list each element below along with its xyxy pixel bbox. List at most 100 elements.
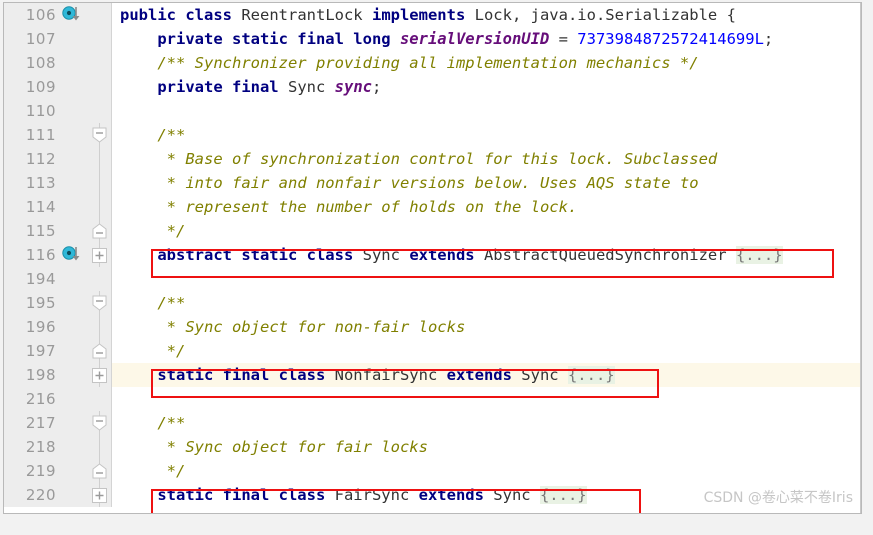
fold-column[interactable]	[88, 315, 111, 339]
code-line-text[interactable]: /**	[116, 411, 861, 435]
fold-column[interactable]	[88, 171, 111, 195]
code-line-text[interactable]: /** Synchronizer providing all implement…	[116, 51, 861, 75]
fold-column[interactable]	[88, 459, 111, 483]
gutter-marker-column[interactable]	[60, 435, 88, 459]
gutter-marker-column[interactable]	[60, 147, 88, 171]
code-line-text[interactable]: public class ReentrantLock implements Lo…	[116, 3, 861, 27]
code-line-text[interactable]: */	[116, 219, 861, 243]
editor-gutter[interactable]: 196	[4, 315, 111, 339]
gutter-marker-column[interactable]	[60, 291, 88, 315]
gutter-marker-column[interactable]	[60, 27, 88, 51]
code-line-row[interactable]: 112 * Base of synchronization control fo…	[4, 147, 861, 171]
editor-gutter[interactable]: 112	[4, 147, 111, 171]
fold-column[interactable]	[88, 147, 111, 171]
code-line-text[interactable]: * Base of synchronization control for th…	[116, 147, 861, 171]
fold-column[interactable]	[88, 51, 111, 75]
fold-column[interactable]	[88, 363, 111, 387]
code-line-text[interactable]: /**	[116, 291, 861, 315]
editor-gutter[interactable]: 219	[4, 459, 111, 483]
code-lines-container[interactable]: 106 public class ReentrantLock implements…	[4, 3, 861, 513]
code-line-text[interactable]: */	[116, 339, 861, 363]
editor-gutter[interactable]: 113	[4, 171, 111, 195]
code-line-text[interactable]: /**	[116, 123, 861, 147]
code-line-row[interactable]: 116 abstract static class Sync extends A…	[4, 243, 861, 267]
gutter-marker-column[interactable]	[60, 459, 88, 483]
fold-column[interactable]	[88, 243, 111, 267]
editor-gutter[interactable]: 194	[4, 267, 111, 291]
editor-gutter[interactable]: 114	[4, 195, 111, 219]
editor-gutter[interactable]: 197	[4, 339, 111, 363]
code-line-row[interactable]: 197 */	[4, 339, 861, 363]
editor-gutter[interactable]: 111	[4, 123, 111, 147]
editor-gutter[interactable]: 198	[4, 363, 111, 387]
editor-gutter[interactable]: 109	[4, 75, 111, 99]
gutter-marker-column[interactable]	[60, 243, 88, 267]
code-line-row[interactable]: 108 /** Synchronizer providing all imple…	[4, 51, 861, 75]
code-line-text[interactable]	[116, 387, 861, 411]
editor-gutter[interactable]: 216	[4, 387, 111, 411]
fold-column[interactable]	[88, 291, 111, 315]
gutter-marker-column[interactable]	[60, 3, 88, 27]
code-line-row[interactable]: 195 /**	[4, 291, 861, 315]
editor-gutter[interactable]: 110	[4, 99, 111, 123]
gutter-marker-column[interactable]	[60, 171, 88, 195]
fold-column[interactable]	[88, 387, 111, 411]
code-line-text[interactable]: * Sync object for non-fair locks	[116, 315, 861, 339]
implemented-by-icon[interactable]	[62, 246, 82, 268]
code-line-row[interactable]: 217 /**	[4, 411, 861, 435]
code-line-row[interactable]: 115 */	[4, 219, 861, 243]
editor-gutter[interactable]: 218	[4, 435, 111, 459]
fold-expand-icon[interactable]	[92, 248, 107, 263]
code-line-row[interactable]: 109 private final Sync sync;	[4, 75, 861, 99]
fold-region-start-icon[interactable]	[92, 415, 107, 431]
code-line-row[interactable]: 196 * Sync object for non-fair locks	[4, 315, 861, 339]
editor-gutter[interactable]: 115	[4, 219, 111, 243]
code-line-row[interactable]: 194	[4, 267, 861, 291]
fold-region-start-icon[interactable]	[92, 127, 107, 143]
fold-column[interactable]	[88, 411, 111, 435]
gutter-marker-column[interactable]	[60, 219, 88, 243]
code-line-text[interactable]	[116, 267, 861, 291]
fold-column[interactable]	[88, 435, 111, 459]
code-line-text[interactable]: abstract static class Sync extends Abstr…	[116, 243, 861, 267]
gutter-marker-column[interactable]	[60, 339, 88, 363]
code-line-text[interactable]: * into fair and nonfair versions below. …	[116, 171, 861, 195]
gutter-marker-column[interactable]	[60, 363, 88, 387]
fold-column[interactable]	[88, 483, 111, 507]
code-line-row[interactable]: 107 private static final long serialVers…	[4, 27, 861, 51]
fold-region-end-icon[interactable]	[92, 463, 107, 479]
code-line-text[interactable]	[116, 99, 861, 123]
editor-gutter[interactable]: 217	[4, 411, 111, 435]
code-line-row[interactable]: 110	[4, 99, 861, 123]
fold-region-end-icon[interactable]	[92, 343, 107, 359]
code-line-text[interactable]: private static final long serialVersionU…	[116, 27, 861, 51]
code-line-text[interactable]: static final class NonfairSync extends S…	[116, 363, 861, 387]
editor-gutter[interactable]: 116	[4, 243, 111, 267]
fold-column[interactable]	[88, 75, 111, 99]
fold-column[interactable]	[88, 195, 111, 219]
gutter-marker-column[interactable]	[60, 387, 88, 411]
gutter-marker-column[interactable]	[60, 99, 88, 123]
gutter-marker-column[interactable]	[60, 123, 88, 147]
editor-gutter[interactable]: 106	[4, 3, 111, 27]
gutter-marker-column[interactable]	[60, 51, 88, 75]
gutter-marker-column[interactable]	[60, 267, 88, 291]
fold-column[interactable]	[88, 3, 111, 27]
fold-expand-icon[interactable]	[92, 488, 107, 503]
code-line-text[interactable]: private final Sync sync;	[116, 75, 861, 99]
gutter-marker-column[interactable]	[60, 195, 88, 219]
fold-expand-icon[interactable]	[92, 368, 107, 383]
code-line-text[interactable]: * represent the number of holds on the l…	[116, 195, 861, 219]
fold-region-start-icon[interactable]	[92, 295, 107, 311]
gutter-marker-column[interactable]	[60, 75, 88, 99]
code-line-row[interactable]: 113 * into fair and nonfair versions bel…	[4, 171, 861, 195]
implemented-by-icon[interactable]	[62, 6, 82, 28]
editor-gutter[interactable]: 107	[4, 27, 111, 51]
gutter-marker-column[interactable]	[60, 315, 88, 339]
fold-column[interactable]	[88, 339, 111, 363]
code-line-row[interactable]: 111 /**	[4, 123, 861, 147]
editor-gutter[interactable]: 108	[4, 51, 111, 75]
code-line-row[interactable]: 216	[4, 387, 861, 411]
gutter-marker-column[interactable]	[60, 411, 88, 435]
code-line-row[interactable]: 218 * Sync object for fair locks	[4, 435, 861, 459]
